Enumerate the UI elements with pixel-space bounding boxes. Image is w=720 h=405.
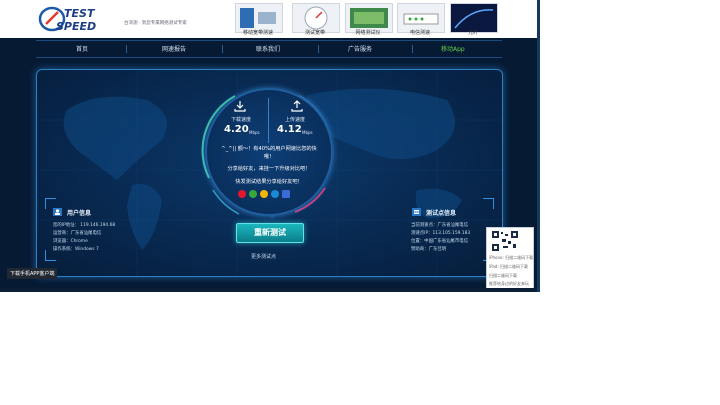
download-value: 4.20: [224, 124, 249, 135]
test-point: 当前测速点：广东省汕尾电信: [411, 223, 469, 228]
user-isp: 运营商：广东省汕尾电信: [53, 231, 102, 236]
user-icon: [53, 208, 62, 216]
share-more-icon[interactable]: [282, 190, 290, 198]
share-qzone-icon[interactable]: [260, 190, 268, 198]
nav-ad-service[interactable]: 广告服务: [348, 44, 372, 53]
qr-share-line: 推荐给身边的好友来玩: [489, 281, 529, 286]
nav-divider: [318, 45, 319, 53]
nav-speed-report[interactable]: 网速报告: [162, 44, 186, 53]
download-icon: [234, 101, 246, 112]
window-right-edge: [537, 0, 540, 292]
share-qq-icon[interactable]: [271, 190, 279, 198]
main-nav: 首页 网速报告 联系我们 广告服务 移动App: [36, 40, 502, 58]
qr-ipad-line: iPad: 扫描二维码下载: [489, 264, 528, 269]
logo-bottom-text: SPEED: [56, 20, 96, 32]
top-banner: TEST SPEED 台湾测 · 到您专属网络测试专家 移动宽带测速 测试宽带 …: [0, 0, 540, 38]
share-weibo-icon[interactable]: [238, 190, 246, 198]
result-comparison: ^_^|| 额～！有40%的用户网速比您的快: [221, 146, 317, 152]
test-sponsor: 赞助商：广东佳明: [411, 247, 447, 252]
nav-mobile-app[interactable]: 移动App: [441, 44, 465, 53]
more-test-points-link[interactable]: 更多测试点: [251, 253, 276, 260]
speed-test-panel: 下载速度 4.20 Mbps 上传速度 4.12 Mbps ^_^|| 额～！有…: [36, 69, 503, 277]
dial-divider: [268, 98, 269, 143]
test-location: 位置：中国广东省汕尾市电信: [411, 239, 469, 244]
server-icon: [412, 208, 421, 216]
upload-unit: Mbps: [302, 130, 313, 135]
thumb-label-5: 光纤: [467, 30, 478, 36]
speedtest-logo[interactable]: TEST SPEED: [38, 6, 118, 32]
nav-divider: [222, 45, 223, 53]
upload-label: 上传速度: [285, 117, 306, 123]
user-info-title: 用户信息: [67, 210, 92, 217]
frame-corner: [483, 198, 494, 209]
thumb-label-4: 电信测速: [409, 30, 430, 36]
result-comparison-end: 哦！: [263, 154, 275, 160]
nav-divider: [412, 45, 413, 53]
test-info-title: 测试点信息: [426, 210, 457, 217]
download-label: 下载速度: [231, 117, 252, 123]
logo-top-text: TEST: [64, 7, 96, 20]
app-qr-widget[interactable]: iPhone: 扫描二维码下载 iPad: 扫描二维码下载 扫描二维码下载 推荐…: [486, 227, 534, 291]
qr-iphone-line: iPhone: 扫描二维码下载: [489, 255, 534, 260]
bottom-strip: [0, 288, 540, 292]
app-window: TEST SPEED 台湾测 · 到您专属网络测试专家 移动宽带测速 测试宽带 …: [0, 0, 540, 292]
download-unit: Mbps: [249, 130, 260, 135]
thumb-label-1: 移动宽带测速: [242, 30, 273, 36]
user-os: 操作系统：Windows 7: [53, 247, 99, 252]
slogan: 台湾测 · 到您专属网络测试专家: [124, 21, 187, 26]
user-browser: 浏览器：Chrome: [53, 239, 88, 244]
speed-dial: 下载速度 4.20 Mbps 上传速度 4.12 Mbps ^_^|| 额～！有…: [205, 88, 333, 216]
qr-android-line: 扫描二维码下载: [489, 273, 517, 278]
share-prompt: 分享给好友，来挂一下升级对比吧！: [227, 166, 311, 172]
qr-code: [491, 230, 519, 252]
thumb-label-2: 测试宽带: [304, 30, 325, 36]
download-app-link[interactable]: 下载手机APP客户端: [7, 268, 58, 279]
upload-icon: [291, 100, 303, 112]
nav-contact[interactable]: 联系我们: [256, 44, 280, 53]
retest-button[interactable]: 重新测试: [236, 223, 304, 243]
test-point-ip: 测速点IP：113.105.159.183: [411, 231, 471, 236]
share-wechat-icon[interactable]: [249, 190, 257, 198]
share-hint: 快发测试结果分享给好友吧！: [235, 179, 303, 185]
nav-divider: [126, 45, 127, 53]
upload-value: 4.12: [277, 124, 302, 135]
user-ip: 您的IP地址： 119.146.194.68: [53, 223, 116, 228]
thumb-label-3: 网络测试仪: [355, 30, 381, 36]
nav-home[interactable]: 首页: [76, 44, 88, 53]
